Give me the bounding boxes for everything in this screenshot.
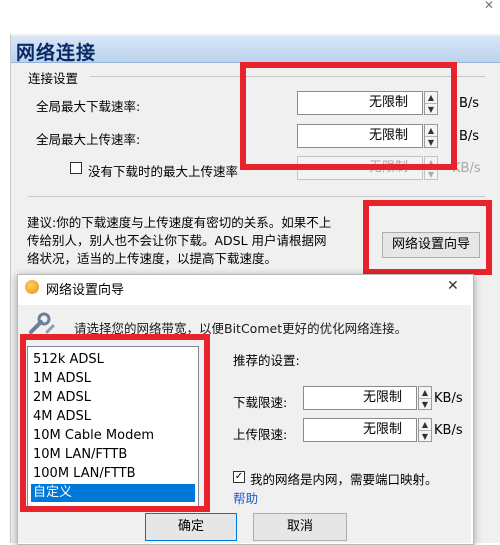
- window-close-icon[interactable]: ✕: [484, 0, 494, 12]
- advice-line-1: 建议:你的下载速度与上传速度有密切的关系。如果不上: [27, 215, 332, 230]
- panel-title: 网络连接: [16, 42, 97, 64]
- cancel-button[interactable]: 取消: [253, 513, 347, 541]
- upload-limit-unit: KB/s: [434, 423, 463, 438]
- upload-limit-label: 上传限速:: [233, 427, 288, 442]
- section-divider: [28, 196, 485, 197]
- highlight-rate-fields: [240, 62, 457, 170]
- advice-line-2: 传给别人，别人也不会让你下载。ADSL 用户请根据网: [27, 233, 327, 248]
- download-rate-label: 全局最大下载速率:: [36, 99, 141, 114]
- wrench-icon: [29, 312, 55, 334]
- dialog-title: 网络设置向导: [46, 283, 125, 298]
- help-link[interactable]: 帮助: [233, 488, 258, 507]
- spin-down-icon[interactable]: ▼: [419, 399, 431, 410]
- upload-limit-field[interactable]: 无限制: [303, 418, 417, 442]
- advice-line-3: 络状况，适当的上传速度，以提高下载速度。: [27, 251, 278, 266]
- download-rate-unit: B/s: [459, 96, 480, 111]
- highlight-wizard-button: [363, 200, 492, 275]
- spin-up-icon[interactable]: ▲: [419, 419, 431, 431]
- dialog-close-icon[interactable]: ✕: [447, 278, 459, 294]
- window-top-strip: [0, 0, 500, 34]
- ok-button[interactable]: 确定: [145, 513, 237, 541]
- spin-down-icon[interactable]: ▼: [425, 169, 437, 180]
- highlight-bandwidth-list: [20, 334, 210, 512]
- upload-rate-unit: B/s: [459, 129, 480, 144]
- group-label: 连接设置: [28, 71, 79, 86]
- spin-down-icon[interactable]: ▼: [419, 431, 431, 442]
- intranet-label: 我的网络是内网，需要端口映射。: [250, 472, 438, 487]
- download-limit-label: 下载限速:: [233, 395, 288, 410]
- intranet-checkbox[interactable]: ✓: [233, 471, 245, 483]
- dialog-app-icon: [25, 280, 39, 294]
- spin-up-icon[interactable]: ▲: [419, 387, 431, 399]
- upload-limit-spinner[interactable]: ▲ ▼: [418, 418, 432, 442]
- recommended-label: 推荐的设置:: [233, 353, 300, 368]
- download-limit-spinner[interactable]: ▲ ▼: [418, 386, 432, 410]
- no-download-upload-label: 没有下载时的最大上传速率: [88, 164, 239, 179]
- upload-rate-label: 全局最大上传速率:: [36, 132, 141, 147]
- no-download-upload-checkbox[interactable]: [70, 162, 82, 174]
- download-limit-unit: KB/s: [434, 391, 463, 406]
- download-limit-field[interactable]: 无限制: [303, 386, 417, 410]
